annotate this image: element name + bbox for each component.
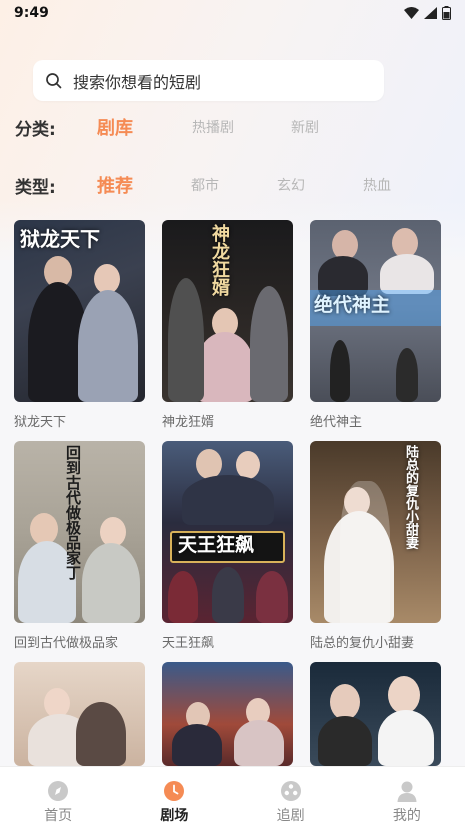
tab-label: 追剧: [276, 808, 305, 824]
drama-title: 天王狂飙: [162, 636, 215, 651]
drama-card[interactable]: [162, 662, 293, 766]
drama-poster-text: 狱龙天下: [20, 227, 100, 251]
drama-poster: [14, 662, 145, 766]
genre-chip-fantasy[interactable]: 玄幻: [277, 175, 305, 195]
category-chip-library[interactable]: 剧库: [97, 114, 133, 140]
drama-poster-text: 回到古代做极品家丁: [64, 445, 82, 580]
genre-chip-recommend[interactable]: 推荐: [97, 172, 133, 198]
genre-filter-row: 类型: 推荐 都市 玄幻 热血: [15, 170, 455, 200]
category-filter-row: 分类: 剧库 热播剧 新剧: [15, 112, 455, 142]
drama-poster-text: 陆总的复仇小甜妻: [403, 445, 418, 549]
battery-icon: [442, 6, 451, 20]
drama-card[interactable]: 陆总的复仇小甜妻 陆总的复仇小甜妻: [310, 441, 441, 651]
drama-title: 神龙狂婿: [162, 415, 215, 430]
category-chip-hot[interactable]: 热播剧: [192, 117, 234, 137]
category-chip-new[interactable]: 新剧: [291, 117, 319, 137]
compass-icon: [48, 781, 69, 801]
search-input[interactable]: 搜索你想看的短剧: [33, 60, 384, 101]
drama-poster-text: 神龙狂婿: [209, 224, 230, 296]
tab-label: 我的: [392, 808, 421, 824]
tab-label: 首页: [44, 808, 73, 824]
drama-poster: [162, 662, 293, 766]
drama-poster: [310, 662, 441, 766]
drama-card[interactable]: 绝代神主 绝代神主: [310, 220, 441, 430]
tab-profile[interactable]: 我的: [349, 767, 465, 827]
bottom-tab-bar: 首页 剧场 追剧 我的: [0, 766, 465, 827]
drama-card[interactable]: [14, 662, 145, 766]
drama-poster: 神龙狂婿: [162, 220, 293, 402]
cellular-signal-icon: [424, 7, 437, 19]
genre-chip-urban[interactable]: 都市: [191, 175, 219, 195]
drama-card[interactable]: 神龙狂婿 神龙狂婿: [162, 220, 293, 430]
wifi-icon: [404, 7, 419, 19]
drama-card[interactable]: 狱龙天下 狱龙天下: [14, 220, 145, 430]
status-time: 9:49: [14, 5, 49, 21]
drama-poster: 绝代神主: [310, 220, 441, 402]
search-placeholder: 搜索你想看的短剧: [73, 72, 202, 92]
user-icon: [397, 781, 417, 802]
drama-poster-text: 绝代神主: [314, 294, 391, 316]
tab-theater[interactable]: 剧场: [116, 767, 232, 827]
category-filter-label: 分类:: [15, 119, 56, 140]
drama-card[interactable]: 天王狂飙 天王狂飙: [162, 441, 293, 651]
tab-following[interactable]: 追剧: [233, 767, 349, 827]
tab-home[interactable]: 首页: [0, 767, 116, 827]
tab-label: 剧场: [160, 808, 189, 824]
drama-title: 狱龙天下: [14, 415, 67, 430]
drama-poster-text: 天王狂飙: [178, 534, 255, 556]
genre-chip-action[interactable]: 热血: [363, 175, 391, 195]
drama-card[interactable]: [310, 662, 441, 766]
drama-card[interactable]: 回到古代做极品家丁 回到古代做极品家: [14, 441, 145, 651]
drama-poster: 天王狂飙: [162, 441, 293, 623]
film-reel-icon: [280, 781, 301, 801]
drama-poster: 陆总的复仇小甜妻: [310, 441, 441, 623]
drama-poster: 回到古代做极品家丁: [14, 441, 145, 623]
search-icon: [46, 72, 62, 88]
genre-filter-label: 类型:: [15, 177, 56, 198]
status-bar: 9:49: [0, 0, 465, 26]
drama-title: 陆总的复仇小甜妻: [310, 636, 415, 651]
drama-title: 绝代神主: [310, 415, 363, 430]
drama-title: 回到古代做极品家: [14, 636, 119, 651]
drama-poster: 狱龙天下: [14, 220, 145, 402]
status-icons: [404, 6, 451, 20]
clock-icon: [164, 781, 185, 801]
